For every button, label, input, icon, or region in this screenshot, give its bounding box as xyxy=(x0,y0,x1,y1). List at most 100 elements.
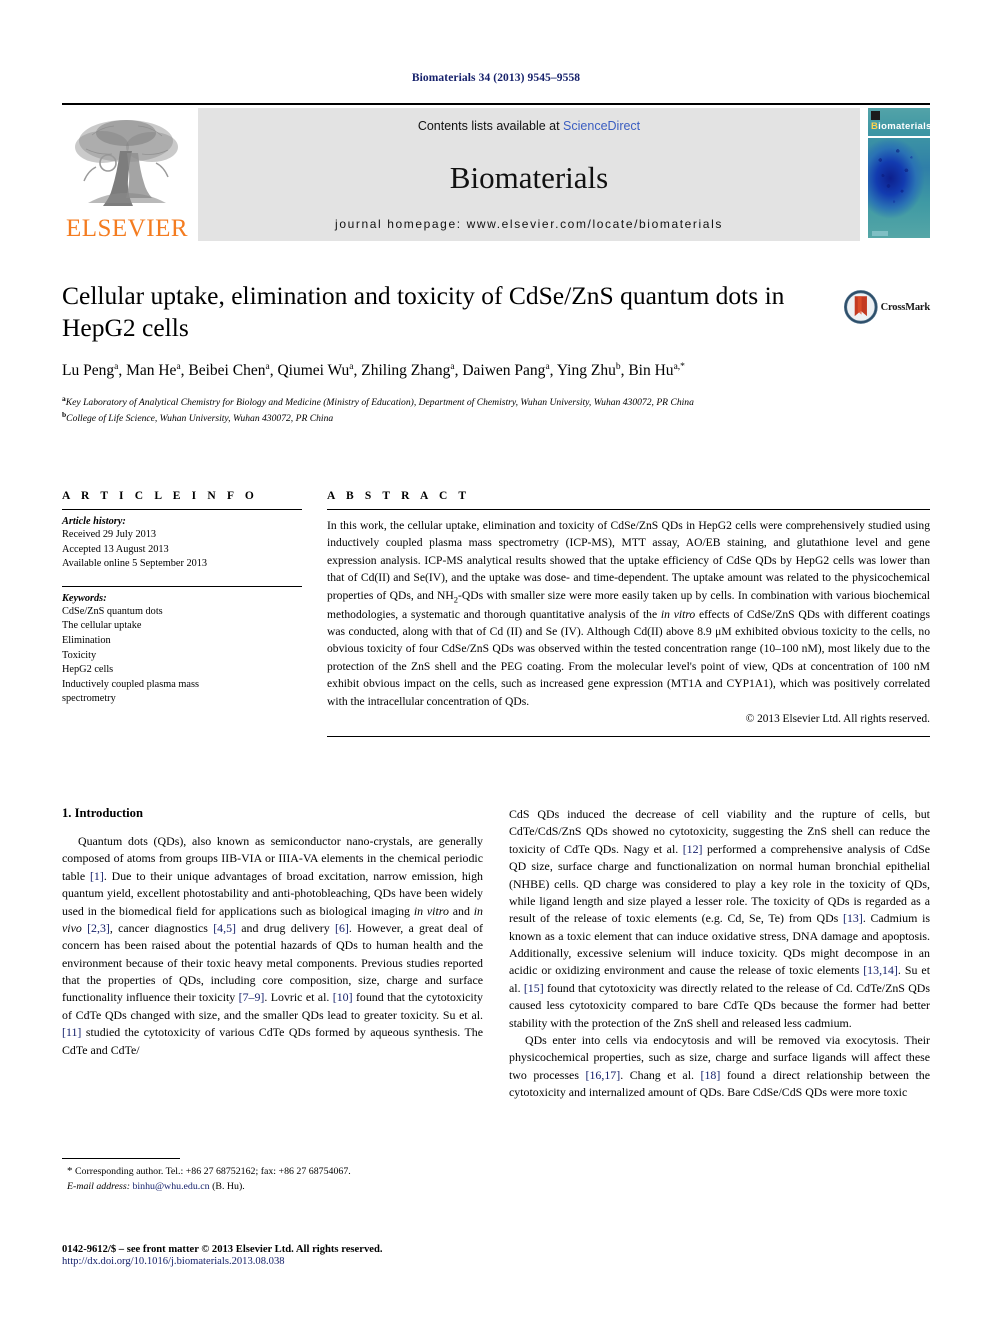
citation-link[interactable]: [16,17] xyxy=(586,1068,621,1082)
contents-prefix: Contents lists available at xyxy=(417,119,564,133)
paragraph: CdS QDs induced the decrease of cell via… xyxy=(509,806,930,1032)
author-affiliation-marker: a xyxy=(450,362,455,373)
elsevier-tree-icon xyxy=(75,120,178,206)
author-name: Ying Zhu xyxy=(556,362,616,380)
abstract-copyright: © 2013 Elsevier Ltd. All rights reserved… xyxy=(745,712,930,725)
author-affiliation-marker: a xyxy=(265,362,270,373)
text-run: found that cytotoxicity was directly rel… xyxy=(509,980,930,1030)
keyword-item: Elimination xyxy=(62,635,111,647)
cover-brand-text: Biomaterials xyxy=(871,121,930,132)
journal-homepage-line[interactable]: journal homepage: www.elsevier.com/locat… xyxy=(335,217,723,231)
abstract-heading: A B S T R A C T xyxy=(327,490,471,502)
citation-link[interactable]: [12] xyxy=(683,842,703,856)
citation-link[interactable]: [13] xyxy=(843,911,863,925)
page-footer: 0142-9612/$ – see front matter © 2013 El… xyxy=(62,1244,562,1267)
author-name: Zhiling Zhang xyxy=(361,362,451,380)
text-run: studied the cytotoxicity of various CdTe… xyxy=(62,1025,483,1057)
affiliation-list: aKey Laboratory of Analytical Chemistry … xyxy=(62,394,842,426)
crossmark-label: CrossMark xyxy=(880,301,931,313)
body-column-right: CdS QDs induced the decrease of cell via… xyxy=(509,806,930,1226)
email-link[interactable]: binhu@whu.edu.cn xyxy=(132,1181,209,1192)
email-suffix: (B. Hu). xyxy=(209,1180,245,1192)
author-affiliation-marker: a xyxy=(349,362,354,373)
footnote-divider xyxy=(62,1158,180,1159)
abstract-text: In this work, the cellular uptake, elimi… xyxy=(327,510,930,710)
text-run: . Lovric et al. xyxy=(264,990,333,1005)
author-entry: Man Hea, xyxy=(126,362,189,380)
author-entry: Ying Zhub, xyxy=(556,362,629,380)
doi-link[interactable]: http://dx.doi.org/10.1016/j.biomaterials… xyxy=(62,1256,562,1267)
paragraph: Quantum dots (QDs), also known as semico… xyxy=(62,833,483,1059)
citation-link[interactable]: [2,3] xyxy=(87,921,110,935)
footnote-text: Corresponding author. Tel.: +86 27 68752… xyxy=(72,1166,351,1177)
elsevier-logo: ELSEVIER xyxy=(62,108,192,241)
abstract-column: A B S T R A C T In this work, the cellul… xyxy=(327,490,930,738)
keyword-item: Inductively coupled plasma mass xyxy=(62,678,199,690)
citation-link[interactable]: [15] xyxy=(524,981,544,995)
keyword-item: spectrometry xyxy=(62,693,116,705)
text-run: . Chang et al. xyxy=(620,1067,701,1082)
citation-link[interactable]: [4,5] xyxy=(213,921,236,935)
crossmark-badge[interactable]: CrossMark xyxy=(844,282,930,332)
text-run: and xyxy=(448,903,474,918)
elsevier-wordmark: ELSEVIER xyxy=(65,215,189,242)
article-history-group: Article history: Received 29 July 2013 A… xyxy=(62,510,302,572)
info-abstract-region: A R T I C L E I N F O Article history: R… xyxy=(62,490,930,738)
text-italic: in vitro xyxy=(413,903,449,918)
contents-available-line: Contents lists available at ScienceDirec… xyxy=(418,119,640,133)
paragraph: QDs enter into cells via endocytosis and… xyxy=(509,1032,930,1102)
sciencedirect-link[interactable]: ScienceDirect xyxy=(563,119,640,133)
author-entry: Zhiling Zhanga, xyxy=(361,362,463,380)
cover-divider xyxy=(868,136,930,138)
keyword-item: CdSe/ZnS quantum dots xyxy=(62,605,163,617)
affiliation-text: College of Life Science, Wuhan Universit… xyxy=(66,412,334,424)
article-info-heading: A R T I C L E I N F O xyxy=(62,490,258,502)
keywords-group: Keywords: CdSe/ZnS quantum dots The cell… xyxy=(62,587,302,707)
citation-link[interactable]: [1] xyxy=(90,869,104,883)
journal-band: Contents lists available at ScienceDirec… xyxy=(198,108,860,241)
author-entry: Daiwen Panga, xyxy=(462,362,557,380)
citation-link[interactable]: [7–9] xyxy=(239,990,265,1004)
running-head: Biomaterials 34 (2013) 9545–9558 xyxy=(411,72,581,84)
author-entry: Lu Penga, xyxy=(62,362,127,380)
keyword-item: Toxicity xyxy=(62,649,97,661)
author-name: Bin Hu xyxy=(628,362,674,380)
article-history-item: Accepted 13 August 2013 xyxy=(62,543,169,555)
article-history-item: Received 29 July 2013 xyxy=(62,529,157,540)
affiliation-item: bCollege of Life Science, Wuhan Universi… xyxy=(62,410,842,426)
section-heading-introduction: 1. Introduction xyxy=(62,806,143,820)
text-run: , cancer diagnostics xyxy=(109,920,214,935)
author-name: Qiumei Wu xyxy=(277,362,350,380)
citation-link[interactable]: [18] xyxy=(701,1068,721,1082)
author-affiliation-marker: a xyxy=(114,362,119,373)
author-list: Lu Penga, Man Hea, Beibei Chena, Qiumei … xyxy=(62,360,862,382)
author-name: Lu Peng xyxy=(62,362,115,380)
article-history-label: Article history: xyxy=(62,516,126,527)
author-entry: Bin Hua,* xyxy=(628,362,685,379)
citation-link[interactable]: [13,14] xyxy=(863,963,898,977)
affiliation-text: Key Laboratory of Analytical Chemistry f… xyxy=(65,396,694,408)
abstract-bottom-rule xyxy=(327,736,930,738)
author-name: Man He xyxy=(126,362,177,380)
author-entry: Qiumei Wua, xyxy=(277,362,362,380)
keyword-item: HepG2 cells xyxy=(62,664,114,676)
title-block: Cellular uptake, elimination and toxicit… xyxy=(62,280,930,426)
cover-footer-mark xyxy=(872,231,888,236)
citation-link[interactable]: [11] xyxy=(62,1025,81,1039)
keywords-label: Keywords: xyxy=(62,592,107,604)
footnote-email-line: E-mail address: binhu@whu.edu.cn (B. Hu)… xyxy=(62,1180,483,1194)
author-entry: Beibei Chena, xyxy=(188,362,278,380)
author-name: Daiwen Pang xyxy=(462,362,546,380)
corresponding-author-footnote: * Corresponding author. Tel.: +86 27 687… xyxy=(62,1158,483,1194)
affiliation-item: aKey Laboratory of Analytical Chemistry … xyxy=(62,394,842,410)
cover-logo-square xyxy=(871,111,880,120)
cover-brand-rest: iomaterials xyxy=(878,121,930,132)
journal-cover-thumbnail[interactable]: Biomaterials xyxy=(868,108,930,238)
email-label: E-mail address: xyxy=(67,1180,130,1192)
citation-link[interactable]: [10] xyxy=(333,990,353,1004)
text-run: and drug delivery xyxy=(235,920,335,935)
article-history-item: Available online 5 September 2013 xyxy=(62,558,208,570)
citation-link[interactable]: [6] xyxy=(335,921,349,935)
abstract-part: effects of CdSe/ZnS QDs with different c… xyxy=(327,607,930,708)
author-name: Beibei Chen xyxy=(188,362,266,380)
